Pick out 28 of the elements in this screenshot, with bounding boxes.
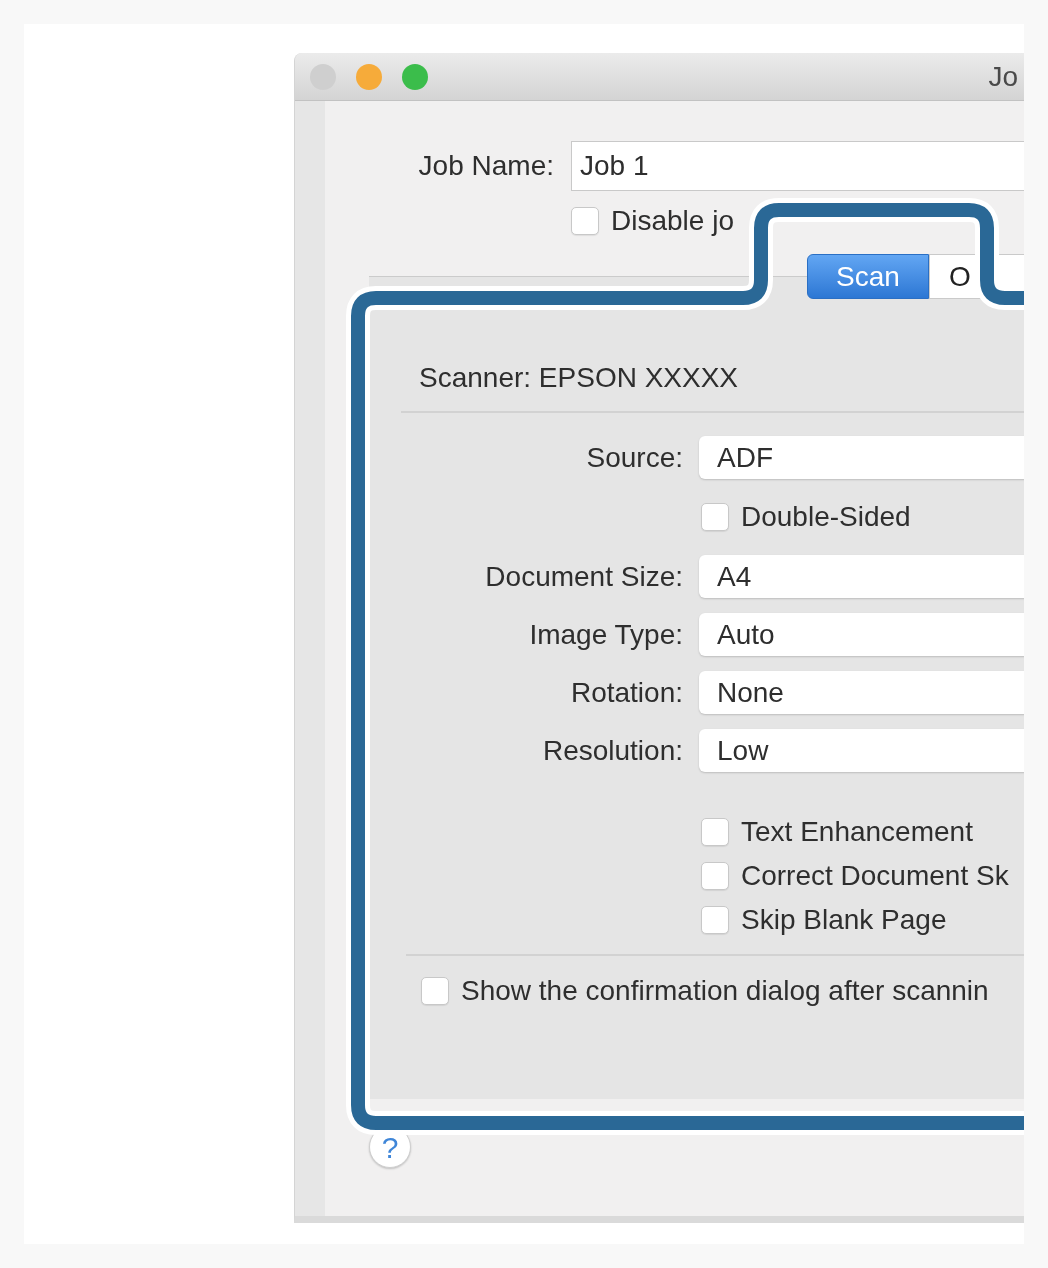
checkbox[interactable] <box>701 818 729 846</box>
field-label: Image Type: <box>529 617 683 652</box>
checkbox-label[interactable]: Skip Blank Page <box>741 904 947 936</box>
checkbox[interactable] <box>701 906 729 934</box>
field-label: Source: <box>586 440 683 475</box>
dropdown-field[interactable]: ADF <box>699 436 1024 479</box>
field-label: Job Name: <box>418 149 554 183</box>
job-name-field[interactable]: Job 1 <box>571 141 1024 191</box>
checkbox-label[interactable]: Correct Document Sk <box>741 860 1009 892</box>
field-label: Document Size: <box>485 559 683 594</box>
checkbox-label[interactable]: Show the confirmation dialog after scannin <box>461 975 989 1007</box>
dropdown-field[interactable]: None <box>699 671 1024 714</box>
field-label: Rotation: <box>570 675 683 710</box>
dropdown-field[interactable]: Low <box>699 729 1024 772</box>
checkbox[interactable] <box>571 207 599 235</box>
scanner-name: Scanner: EPSON XXXXX <box>419 362 739 394</box>
minimize-button[interactable] <box>356 63 382 90</box>
dropdown-field[interactable]: Auto <box>699 613 1024 656</box>
checkbox-label[interactable]: Text Enhancement <box>741 816 973 848</box>
window-title: Jo <box>988 59 1018 94</box>
zoom-button[interactable] <box>402 63 428 90</box>
checkbox-label[interactable]: Double-Sided <box>741 501 911 533</box>
checkbox[interactable] <box>421 977 449 1005</box>
checkbox[interactable] <box>701 503 729 531</box>
field-label: Resolution: <box>542 733 683 768</box>
checkbox-label[interactable]: Disable jo <box>611 205 734 237</box>
dropdown-field[interactable]: A4 <box>699 555 1024 598</box>
checkbox[interactable] <box>701 862 729 890</box>
